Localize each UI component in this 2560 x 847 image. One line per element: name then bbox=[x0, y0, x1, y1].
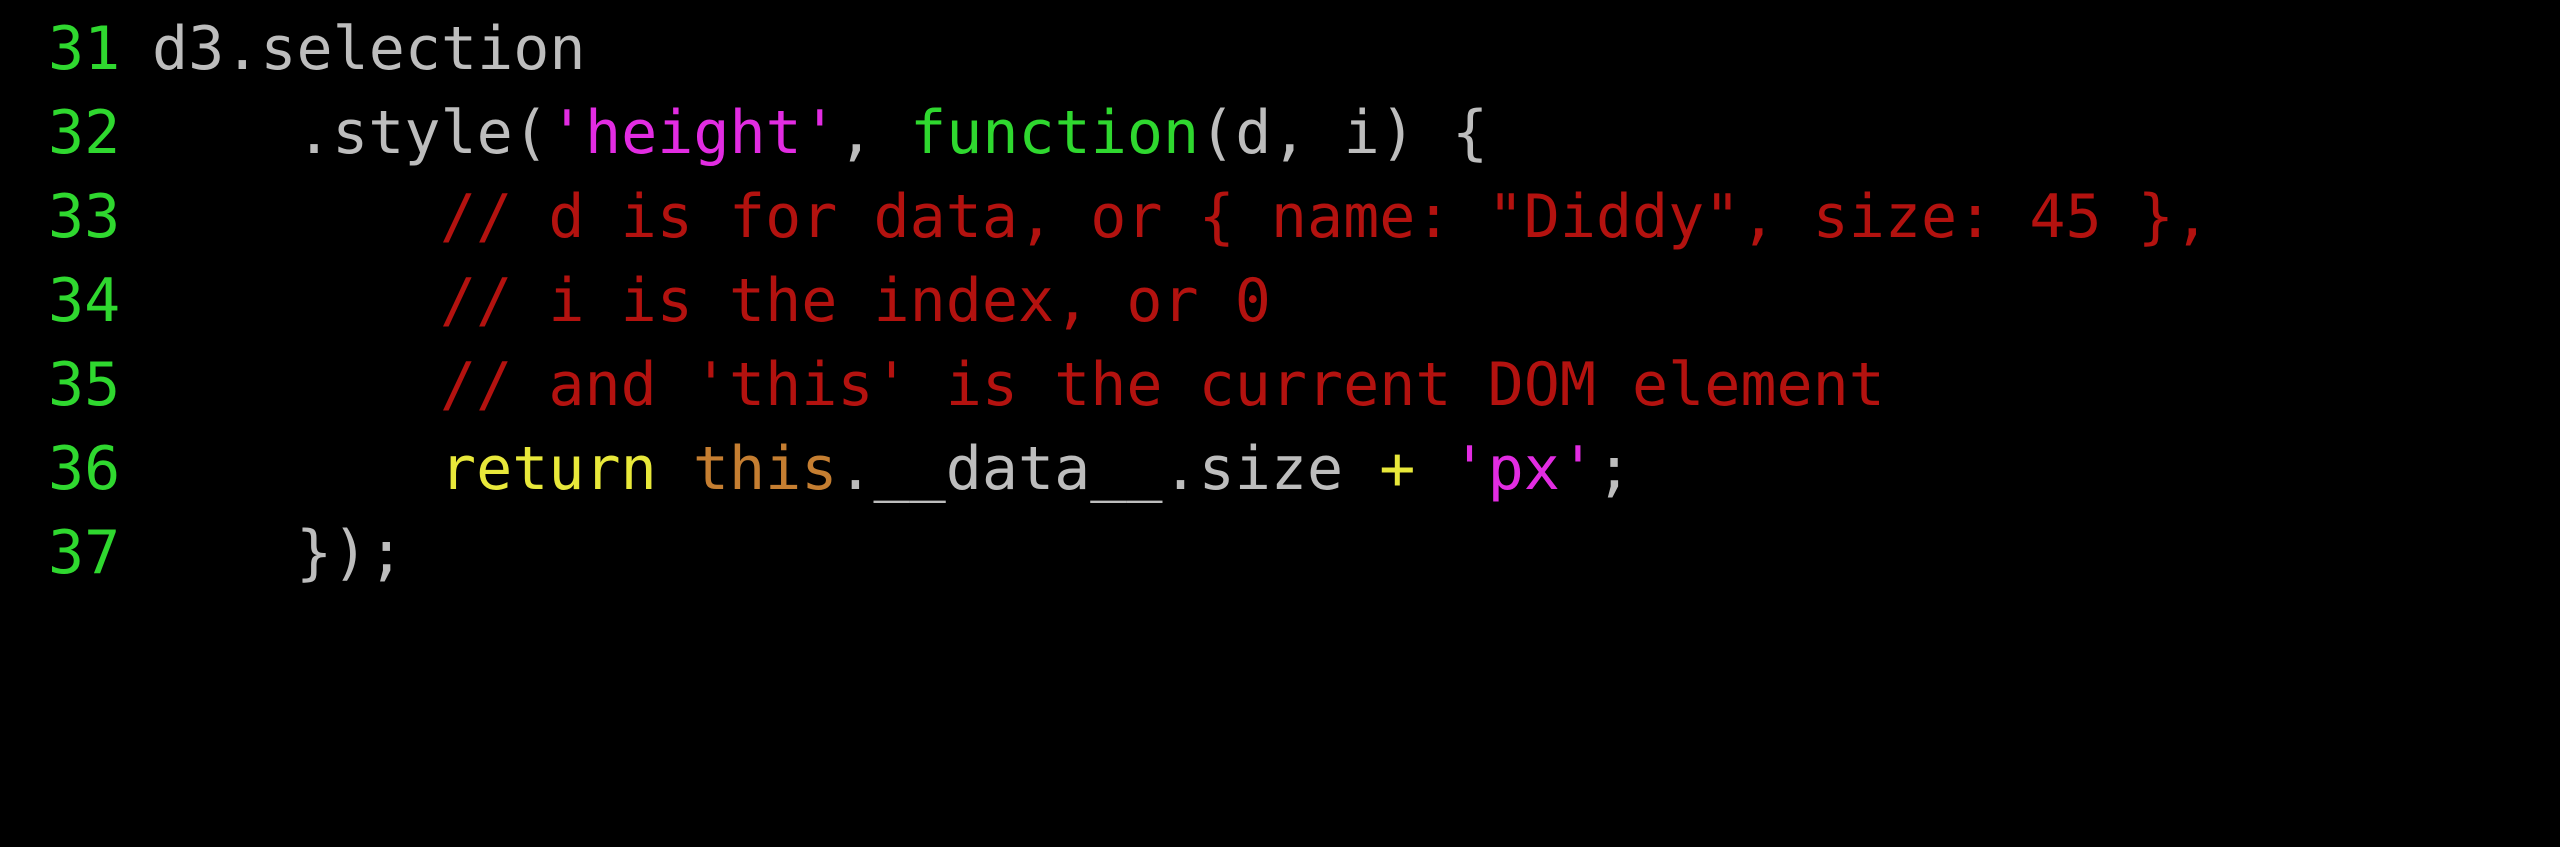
code-line-37[interactable]: 37 }); bbox=[0, 511, 2560, 595]
code-text[interactable]: // i is the index, or 0 bbox=[152, 259, 1271, 343]
code-token-comment: // d is for data, or { name: "Diddy", si… bbox=[440, 182, 2211, 252]
code-text[interactable]: d3.selection bbox=[152, 7, 585, 91]
code-line-36[interactable]: 36 return this.__data__.size + 'px'; bbox=[0, 427, 2560, 511]
code-token-comment: // i is the index, or 0 bbox=[440, 266, 1271, 336]
code-editor[interactable]: 31 d3.selection 32 .style('height', func… bbox=[0, 0, 2560, 598]
code-token-this-keyword: this bbox=[692, 434, 838, 504]
code-token-return-keyword: return bbox=[440, 434, 657, 504]
code-token-keyword: function bbox=[910, 98, 1200, 168]
line-number: 32 bbox=[48, 98, 121, 168]
code-line-31[interactable]: 31 d3.selection bbox=[0, 7, 2560, 91]
line-number: 36 bbox=[48, 434, 121, 504]
line-number: 33 bbox=[48, 182, 121, 252]
code-token-identifier: d3.selection bbox=[152, 14, 586, 84]
code-line-34[interactable]: 34 // i is the index, or 0 bbox=[0, 259, 2560, 343]
code-text[interactable]: // and 'this' is the current DOM element bbox=[152, 343, 1885, 427]
line-number: 37 bbox=[48, 518, 121, 588]
code-token-method: .style( bbox=[296, 98, 549, 168]
code-line-33[interactable]: 33 // d is for data, or { name: "Diddy",… bbox=[0, 175, 2560, 259]
line-number: 31 bbox=[48, 14, 121, 84]
code-text[interactable]: }); bbox=[152, 511, 404, 595]
code-line-35[interactable]: 35 // and 'this' is the current DOM elem… bbox=[0, 343, 2560, 427]
code-token-operator: + bbox=[1379, 434, 1416, 504]
line-number: 34 bbox=[48, 266, 121, 336]
code-token-closing: }); bbox=[296, 518, 405, 588]
line-number: 35 bbox=[48, 350, 121, 420]
code-line-32[interactable]: 32 .style('height', function(d, i) { bbox=[0, 91, 2560, 175]
code-token-property-access: .__data__.size bbox=[837, 434, 1380, 504]
code-token-semicolon: ; bbox=[1595, 434, 1633, 504]
code-token-punctuation: , bbox=[837, 98, 911, 168]
code-token-string: 'px' bbox=[1451, 434, 1596, 504]
code-text[interactable]: return this.__data__.size + 'px'; bbox=[152, 427, 1632, 511]
code-text[interactable]: .style('height', function(d, i) { bbox=[152, 91, 1488, 175]
code-text[interactable]: // d is for data, or { name: "Diddy", si… bbox=[152, 175, 2210, 259]
code-token-string: 'height' bbox=[548, 98, 838, 168]
code-token-params: (d, i) { bbox=[1199, 98, 1489, 168]
code-token-comment: // and 'this' is the current DOM element bbox=[440, 350, 1885, 420]
